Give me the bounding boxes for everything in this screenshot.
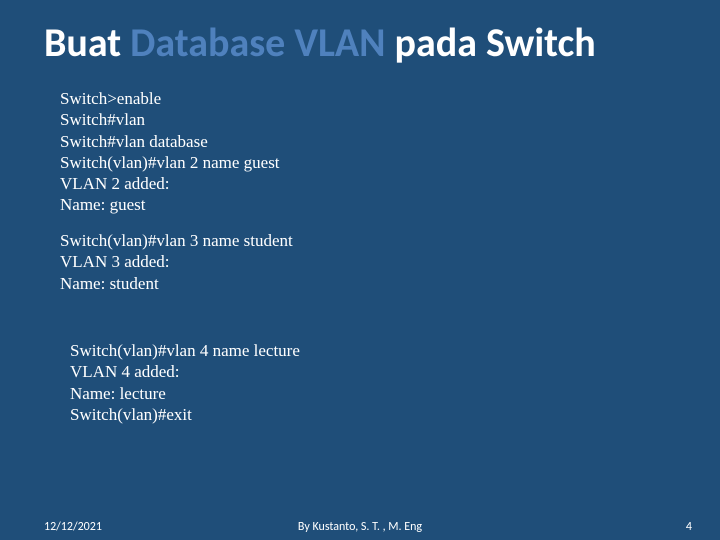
terminal-line: Switch(vlan)#exit: [70, 404, 300, 425]
footer-page-number: 4: [686, 520, 692, 534]
terminal-line: Switch(vlan)#vlan 4 name lecture: [70, 340, 300, 361]
terminal-line: Switch#vlan: [60, 109, 280, 130]
terminal-line: Name: student: [60, 273, 293, 294]
title-accent: Database VLAN: [130, 18, 385, 67]
title-pre: Buat: [44, 18, 130, 67]
terminal-line: Switch>enable: [60, 88, 280, 109]
terminal-line: Name: lecture: [70, 383, 300, 404]
terminal-line: Name: guest: [60, 194, 280, 215]
title-post: pada Switch: [385, 18, 595, 67]
terminal-block-1: Switch>enable Switch#vlan Switch#vlan da…: [60, 88, 280, 216]
terminal-block-2: Switch(vlan)#vlan 3 name student VLAN 3 …: [60, 230, 293, 294]
terminal-block-3: Switch(vlan)#vlan 4 name lecture VLAN 4 …: [70, 340, 300, 425]
terminal-line: VLAN 4 added:: [70, 361, 300, 382]
slide-title: Buat Database VLAN pada Switch: [44, 18, 596, 67]
terminal-line: Switch(vlan)#vlan 3 name student: [60, 230, 293, 251]
terminal-line: VLAN 2 added:: [60, 173, 280, 194]
slide: Buat Database VLAN pada Switch Switch>en…: [0, 0, 720, 540]
terminal-line: Switch(vlan)#vlan 2 name guest: [60, 152, 280, 173]
terminal-line: Switch#vlan database: [60, 131, 280, 152]
footer-author: By Kustanto, S. T. , M. Eng: [0, 520, 720, 534]
terminal-line: VLAN 3 added:: [60, 251, 293, 272]
